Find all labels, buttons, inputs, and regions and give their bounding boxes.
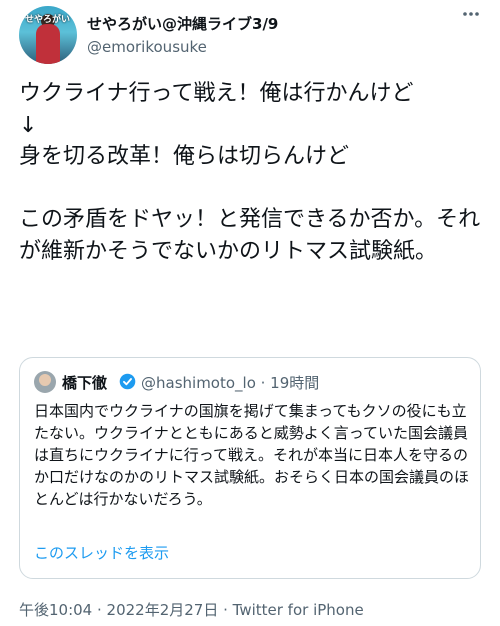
quoted-tweet[interactable]: 橋下徹 @hashimoto_lo · 19時間 日本国内でウクライナの国旗を掲… xyxy=(19,357,481,579)
avatar-figure-body xyxy=(36,24,60,64)
avatar-text: せやろがい xyxy=(25,15,71,25)
show-thread-link[interactable]: このスレッドを表示 xyxy=(34,542,169,563)
author-display-name[interactable]: せやろがい@沖縄ライブ3/9 xyxy=(87,13,278,34)
author-handle[interactable]: @emorikousuke xyxy=(87,38,207,56)
quoted-author-avatar xyxy=(34,371,56,393)
verified-badge-icon xyxy=(119,373,136,390)
tweet-timestamp-source[interactable]: 午後10:04 · 2022年2月27日 · Twitter for iPhon… xyxy=(19,599,364,620)
tweet-text: ウクライナ行って戦え！俺は行かんけど ↓ 身を切る改革！俺らは切らんけど この矛… xyxy=(19,81,481,264)
more-icon[interactable] xyxy=(456,4,486,34)
author-avatar[interactable]: せやろがい xyxy=(19,6,77,64)
quoted-author-name: 橋下徹 xyxy=(62,374,108,392)
quoted-tweet-text: 日本国内でウクライナの国旗を掲げて集まってもクソの役にも立たない。ウクライナとと… xyxy=(34,402,470,508)
quoted-author-handle-time: @hashimoto_lo · 19時間 xyxy=(141,374,320,392)
more-dots-icon xyxy=(463,12,479,16)
